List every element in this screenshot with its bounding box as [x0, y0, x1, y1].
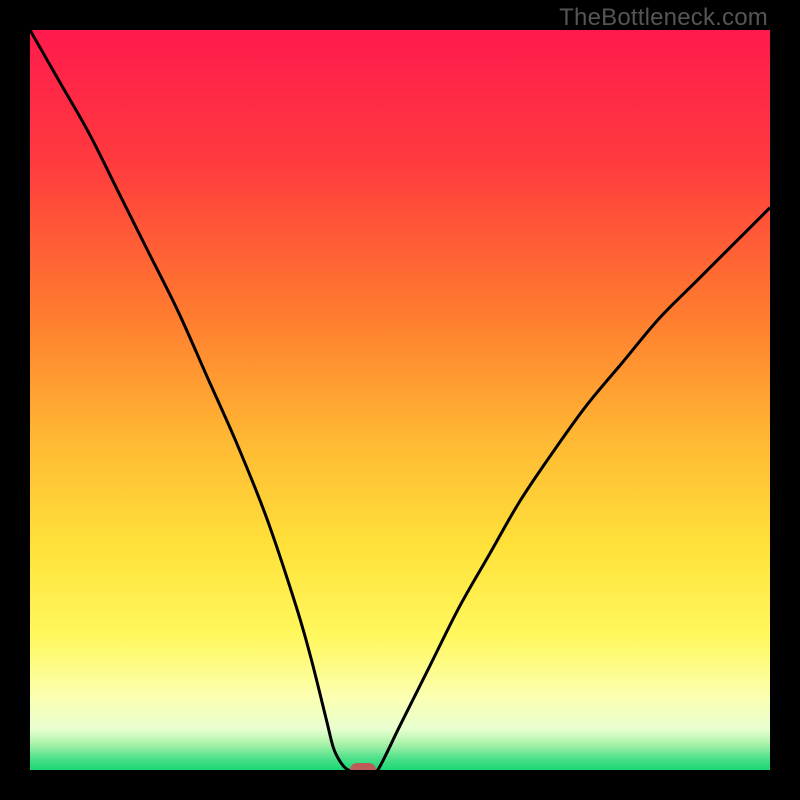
- watermark-text: TheBottleneck.com: [559, 4, 768, 32]
- bottleneck-curve: [30, 30, 770, 770]
- chart-frame: TheBottleneck.com: [0, 0, 800, 800]
- optimal-marker: [350, 763, 376, 770]
- plot-area: [30, 30, 770, 770]
